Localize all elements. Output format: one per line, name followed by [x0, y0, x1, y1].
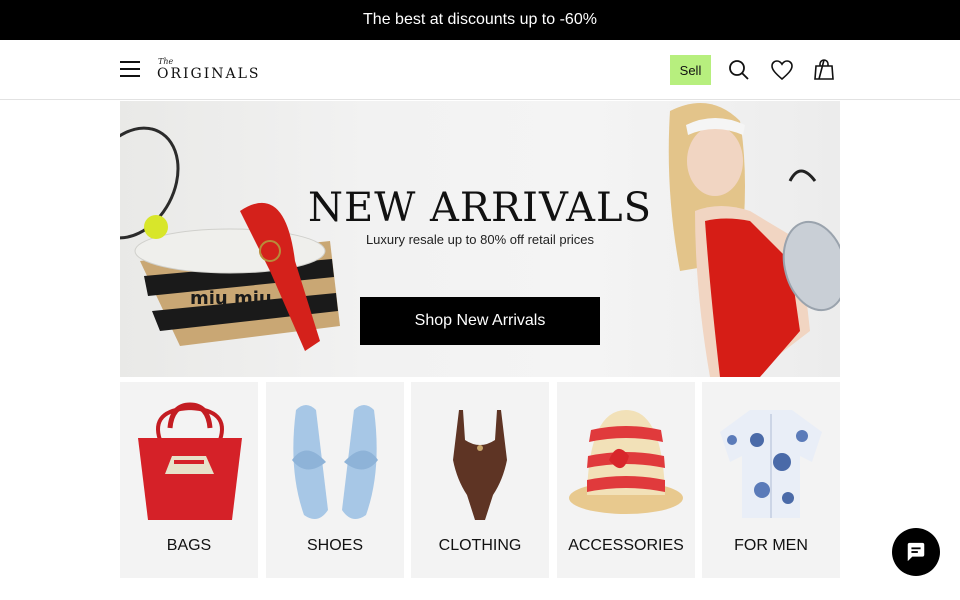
promo-text: The best at discounts up to -60%	[363, 11, 597, 28]
category-grid: BAGS SHOES CLOTHING ACCESSORIES FOR MEN	[120, 382, 840, 578]
category-label: BAGS	[166, 537, 212, 554]
logo-text: ORIGINALS	[157, 66, 261, 82]
for-men-image	[720, 410, 822, 518]
menu-icon[interactable]	[120, 61, 140, 79]
hero-banner: miu miu NEW ARRIVALS Luxury resale up to…	[120, 101, 840, 377]
category-clothing[interactable]: CLOTHING	[411, 382, 549, 578]
shop-new-arrivals-button[interactable]: Shop New Arrivals	[360, 297, 600, 345]
clothing-image	[453, 410, 507, 520]
promo-banner: The best at discounts up to -60%	[0, 0, 960, 40]
sell-button[interactable]: Sell	[670, 55, 711, 85]
category-bags[interactable]: BAGS	[120, 382, 258, 578]
hero-model-image	[668, 103, 840, 377]
logo-small-text: The	[158, 57, 174, 66]
heart-icon[interactable]	[770, 58, 794, 82]
accessories-image	[569, 410, 683, 514]
category-label: FOR MEN	[734, 537, 808, 554]
category-label: SHOES	[306, 537, 363, 554]
bags-image	[138, 402, 242, 520]
category-for-men[interactable]: FOR MEN	[702, 382, 840, 578]
site-header: The ORIGINALS Sell	[0, 40, 960, 100]
chat-icon[interactable]	[892, 528, 940, 576]
category-shoes[interactable]: SHOES	[266, 382, 404, 578]
category-accessories[interactable]: ACCESSORIES	[557, 382, 695, 578]
search-icon[interactable]	[727, 58, 751, 82]
category-label: ACCESSORIES	[568, 537, 684, 554]
category-label: CLOTHING	[438, 537, 522, 554]
bag-print-text: miu miu	[190, 288, 272, 309]
shopping-bag-icon[interactable]	[812, 58, 836, 82]
chat-bubble-icon	[907, 542, 925, 562]
shoes-image	[292, 405, 378, 519]
logo[interactable]: The ORIGINALS	[157, 57, 259, 85]
